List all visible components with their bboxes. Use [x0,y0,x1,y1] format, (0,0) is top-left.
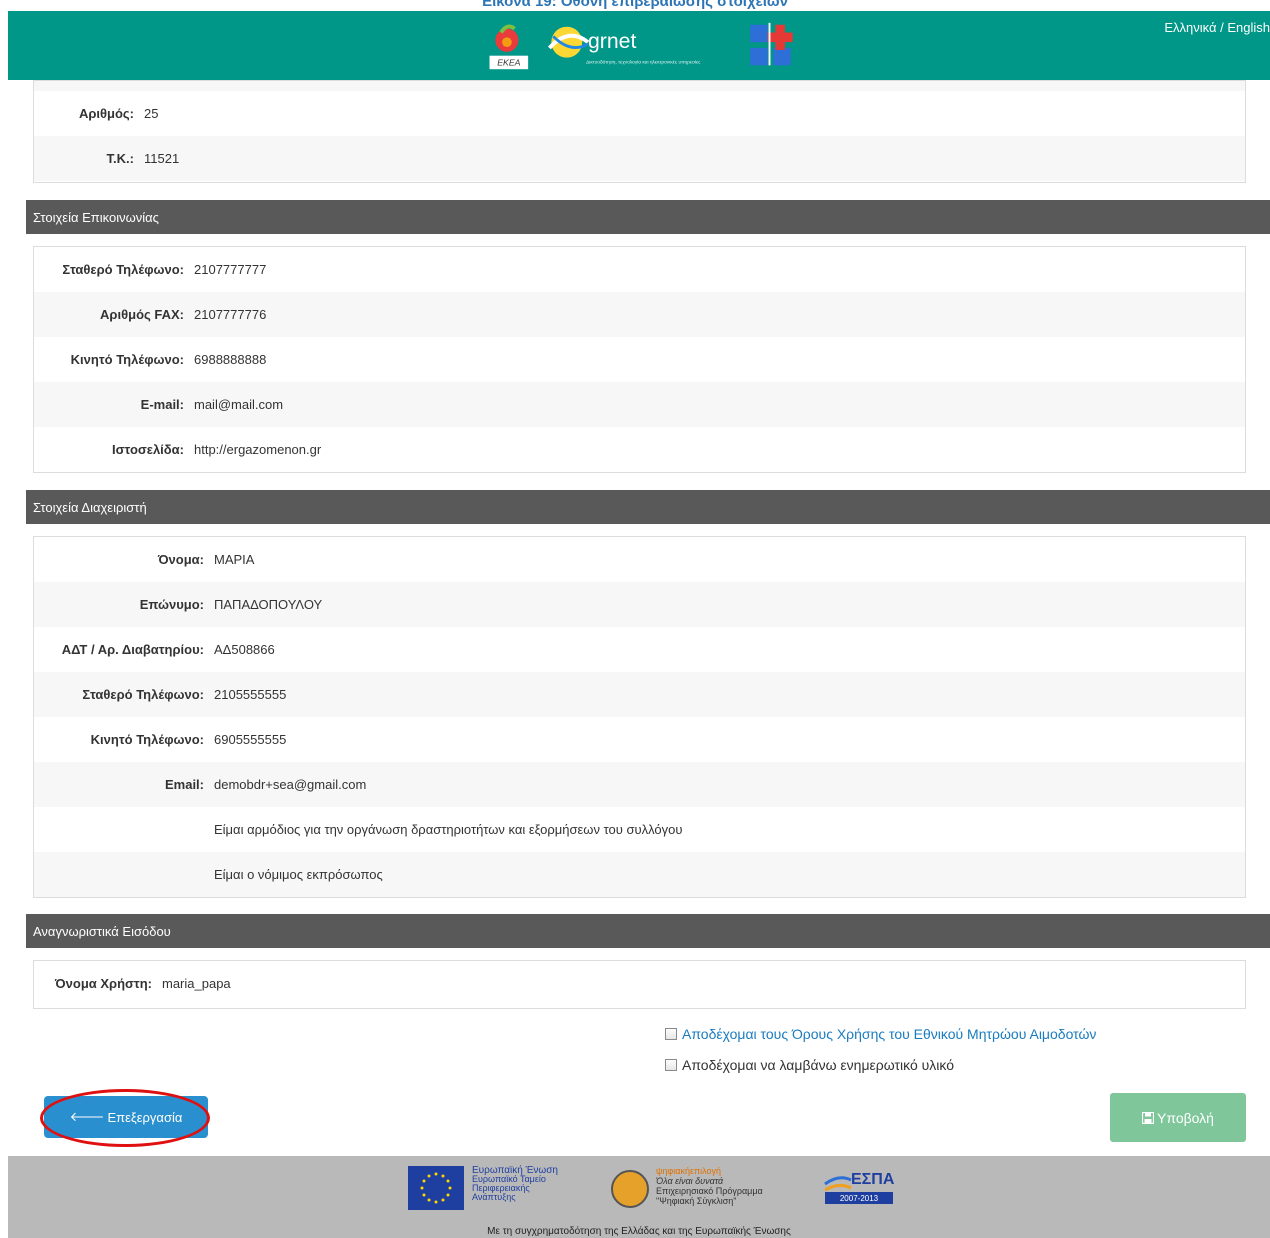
submit-button[interactable]: Υποβολή [1110,1093,1246,1142]
digital-text-line: Όλα είναι δυνατά [656,1176,724,1186]
field-value: 25 [144,106,159,121]
field-value: 2107777776 [194,307,267,322]
field-label: E-mail: [140,397,184,412]
digital-text-line: ψηφιακήεπιλογή [656,1166,722,1176]
eu-fund-text: Ευρωπαϊκή Ένωση Ευρωπαϊκό Ταμείο Περιφερ… [472,1166,558,1202]
address-row-top [34,81,1245,91]
address-row: Αριθμός: 25 [34,91,1245,136]
field-label: Τ.Κ.: [106,151,134,166]
field-label: Ιστοσελίδα: [112,442,184,457]
field-label: Αριθμός: [78,106,134,121]
contact-row: Σταθερό Τηλέφωνο: 2107777777 [34,247,1245,292]
espa-label: ΕΣΠΑ [851,1171,895,1188]
accept-newsletter-checkbox[interactable] [665,1059,677,1071]
accept-newsletter-option[interactable]: Αποδέχομαι να λαμβάνω ενημερωτικό υλικό [665,1057,954,1073]
floppy-disk-icon [1142,1111,1155,1124]
contact-section-header: Στοιχεία Επικοινωνίας [26,200,1270,234]
admin-row: Είμαι ο νόμιμος εκπρόσωπος [34,852,1245,897]
login-section-header: Αναγνωριστικά Εισόδου [26,914,1270,948]
accept-newsletter-label: Αποδέχομαι να λαμβάνω ενημερωτικό υλικό [682,1057,954,1073]
accept-terms-checkbox[interactable] [665,1028,677,1040]
accept-terms-link[interactable]: Αποδέχομαι τους Όρους Χρήσης του Εθνικού… [682,1026,1096,1042]
field-value: maria_papa [162,976,231,991]
espa-logo: ΕΣΠΑ 2007-2013 [823,1164,895,1211]
digital-convergence-text: ψηφιακήεπιλογή Όλα είναι δυνατά Επιχειρη… [656,1166,763,1206]
field-label: Όνομα Χρήστη: [54,976,152,991]
field-label: Σταθερό Τηλέφωνο: [62,262,184,277]
partner-logos: ΕΚΕΑ grnet Δικτυοδότηση, τεχνολογία και … [489,22,793,70]
admin-panel: Όνομα: ΜΑΡΙΑ Επώνυμο: ΠΑΠΑΔΟΠΟΥΛΟΥ ΑΔΤ /… [33,536,1246,898]
address-row: Τ.Κ.: 11521 [34,136,1245,181]
eu-text-line: Ανάπτυξης [472,1192,516,1202]
admin-row: Όνομα: ΜΑΡΙΑ [34,537,1245,582]
login-panel: Όνομα Χρήστη: maria_papa [33,960,1246,1009]
field-value: ΑΔ508866 [214,642,275,657]
eu-flag-logo [408,1166,464,1210]
field-value: ΠΑΠΑΔΟΠΟΥΛΟΥ [214,597,323,612]
admin-row: Είμαι αρμόδιος για την οργάνωση δραστηρι… [34,807,1245,852]
contact-row: Ιστοσελίδα: http://ergazomenon.gr [34,427,1245,472]
digital-text-line: Επιχειρησιακό Πρόγραμμα [656,1186,763,1196]
digital-convergence-logo [611,1170,649,1208]
address-panel: Αριθμός: 25 Τ.Κ.: 11521 [33,80,1246,183]
digital-text-line: "Ψηφιακή Σύγκλιση" [656,1196,737,1206]
document-caption: Εικόνα 19: Οθόνη επιβεβαίωσης στοιχείων [482,0,788,10]
admin-section-header: Στοιχεία Διαχειριστή [26,490,1270,524]
language-switch[interactable]: Ελληνικά / English [1164,20,1270,35]
site-header: ΕΚΕΑ grnet Δικτυοδότηση, τεχνολογία και … [8,11,1270,80]
admin-row: Email: demobdr+sea@gmail.com [34,762,1245,807]
grnet-logo: grnet Δικτυοδότηση, τεχνολογία και ηλεκτ… [547,26,701,65]
contact-panel: Σταθερό Τηλέφωνο: 2107777777 Αριθμός FAX… [33,246,1246,473]
field-label: Κινητό Τηλέφωνο: [70,352,184,367]
field-value: demobdr+sea@gmail.com [214,777,367,792]
field-label: Αριθμός FAX: [100,307,184,322]
svg-text:ΕΚΕΑ: ΕΚΕΑ [497,57,520,67]
field-label: ΑΔΤ / Αρ. Διαβατηρίου: [61,642,204,657]
field-label: Σταθερό Τηλέφωνο: [82,687,204,702]
field-value: 6905555555 [214,732,287,747]
highlight-ring [40,1089,210,1147]
field-value: 6988888888 [194,352,267,367]
medical-cross-logo [750,22,793,66]
field-label: Email: [164,777,204,792]
accept-terms-option[interactable]: Αποδέχομαι τους Όρους Χρήσης του Εθνικού… [665,1026,1096,1042]
field-value: 2107777777 [194,262,267,277]
admin-row: Σταθερό Τηλέφωνο: 2105555555 [34,672,1245,717]
field-value: 2105555555 [214,687,287,702]
ekea-logo: ΕΚΕΑ [489,24,529,70]
cofunding-note: Με τη συγχρηματοδότηση της Ελλάδας και τ… [487,1226,791,1237]
contact-row: Κινητό Τηλέφωνο: 6988888888 [34,337,1245,382]
field-value: Είμαι ο νόμιμος εκπρόσωπος [214,867,383,882]
admin-row: Κινητό Τηλέφωνο: 6905555555 [34,717,1245,762]
field-label: Όνομα: [157,552,204,567]
contact-row: E-mail: mail@mail.com [34,382,1245,427]
svg-text:Δικτυοδότηση, τεχνολογία και η: Δικτυοδότηση, τεχνολογία και ηλεκτρονικέ… [586,58,701,65]
submit-button-label: Υποβολή [1157,1109,1214,1126]
field-value: mail@mail.com [194,397,284,412]
admin-row: ΑΔΤ / Αρ. Διαβατηρίου: ΑΔ508866 [34,627,1245,672]
field-value: http://ergazomenon.gr [194,442,322,457]
site-footer: Ευρωπαϊκή Ένωση Ευρωπαϊκό Ταμείο Περιφερ… [8,1156,1270,1238]
field-label: Κινητό Τηλέφωνο: [90,732,204,747]
field-value: 11521 [144,151,180,166]
contact-row: Αριθμός FAX: 2107777776 [34,292,1245,337]
login-row: Όνομα Χρήστη: maria_papa [34,961,1245,1006]
svg-text:grnet: grnet [588,29,636,53]
field-value: Είμαι αρμόδιος για την οργάνωση δραστηρι… [214,822,683,837]
admin-row: Επώνυμο: ΠΑΠΑΔΟΠΟΥΛΟΥ [34,582,1245,627]
field-value: ΜΑΡΙΑ [214,552,255,567]
field-label: Επώνυμο: [139,597,204,612]
espa-years: 2007-2013 [840,1194,879,1203]
